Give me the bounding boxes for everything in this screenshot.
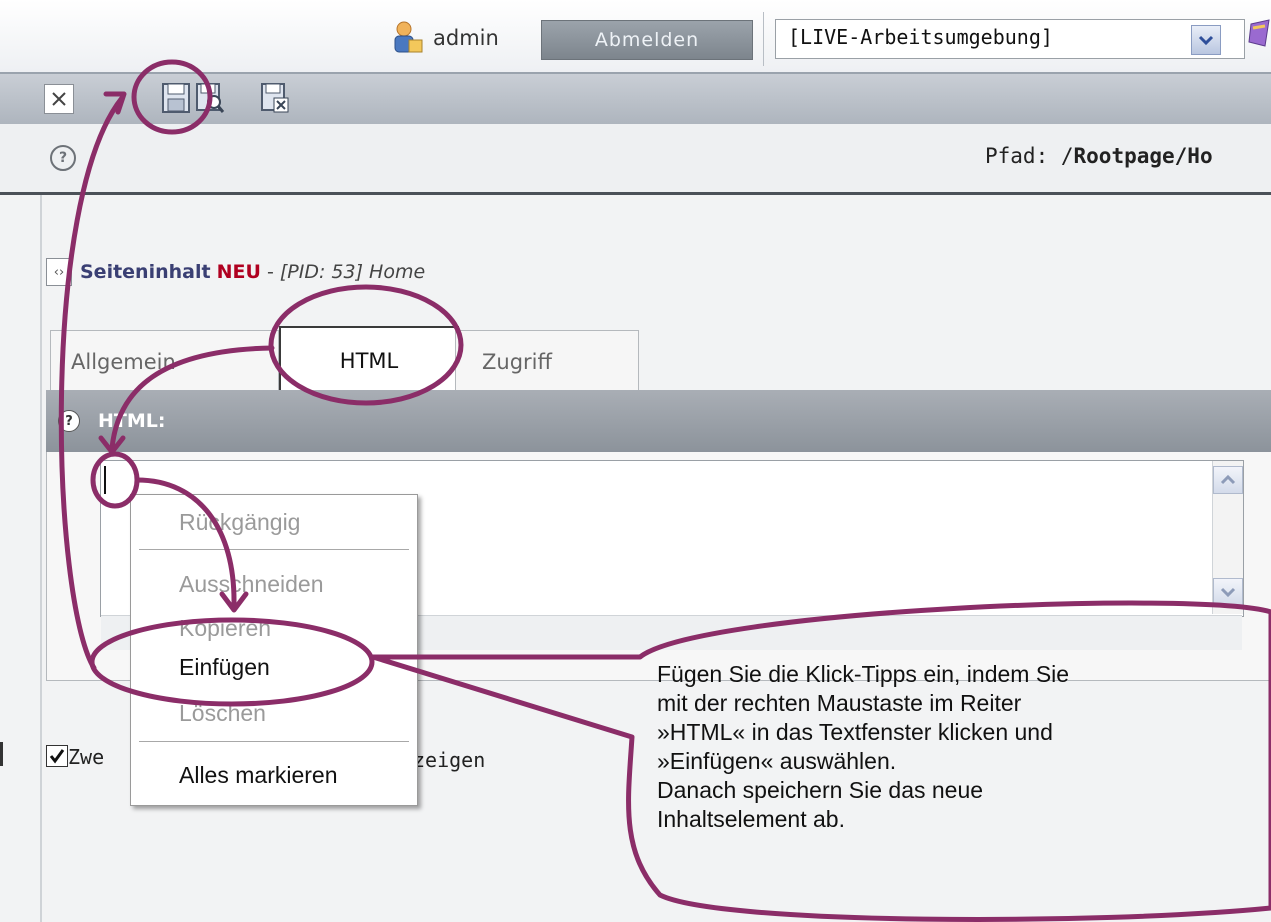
callout-line: Danach speichern Sie das neue [657, 777, 984, 803]
workspace-select-value: [LIVE-Arbeitsumgebung] [788, 25, 1053, 49]
tab-access[interactable]: Zugriff [455, 330, 639, 392]
menu-separator [139, 549, 409, 550]
page-path-value[interactable]: Rootpage/Ho [1074, 144, 1213, 168]
help-icon[interactable]: ? [50, 145, 76, 171]
page-title: Seiteninhalt NEU - [PID: 53] Home [80, 261, 425, 283]
save-icon[interactable] [161, 82, 191, 114]
close-icon[interactable] [44, 84, 74, 114]
callout-line: »Einfügen« auswählen. [657, 748, 897, 774]
rte-checkbox-label-end: zeigen [413, 748, 486, 772]
rte-checkbox-label: Zwe [68, 745, 105, 769]
tab-html[interactable]: HTML [279, 326, 459, 394]
scroll-down-icon[interactable] [1213, 578, 1243, 606]
brand-logo-icon [1247, 18, 1271, 52]
panel-left-border [40, 195, 42, 922]
header-separator [763, 12, 764, 66]
help-icon[interactable]: ? [58, 410, 80, 432]
menu-item-cut: Ausschneiden [179, 571, 324, 597]
content-type-label: Seiteninhalt [80, 261, 211, 283]
section-label: HTML: [98, 410, 166, 432]
tab-general[interactable]: Allgemein [50, 330, 279, 392]
rte-checkbox[interactable] [46, 745, 68, 767]
save-and-view-icon[interactable] [195, 82, 225, 114]
html-content-icon: ‹› [46, 258, 72, 286]
menu-item-delete: Löschen [179, 700, 266, 726]
menu-item-select-all[interactable]: Alles markieren [179, 762, 338, 789]
text-caret [104, 466, 106, 494]
menu-item-copy: Kopieren [179, 615, 272, 641]
title-separator: - [260, 261, 280, 283]
page-path: Pfad: /Rootpage/Ho [985, 144, 1213, 168]
menu-item-paste[interactable]: Einfügen [179, 654, 270, 681]
context-menu: Rückgängig Ausschneiden Kopieren Einfüge… [130, 494, 418, 806]
menu-item-undo: Rückgängig [179, 509, 301, 535]
chevron-down-icon[interactable] [1191, 25, 1221, 55]
callout-line: Fügen Sie die Klick-Tipps ein, indem Sie [657, 661, 1070, 687]
edge-marker [0, 742, 3, 766]
callout-line: Inhaltselement ab. [657, 806, 845, 832]
scroll-up-icon[interactable] [1213, 466, 1243, 494]
user-name: admin [433, 26, 499, 50]
callout-text: Fügen Sie die Klick-Tipps ein, indem Sie… [657, 660, 1257, 834]
workspace-select[interactable]: [LIVE-Arbeitsumgebung] [775, 19, 1245, 59]
callout-line: mit der rechten Maustaste im Reiter [657, 690, 1022, 716]
page-reference: [PID: 53] Home [279, 261, 426, 283]
page-path-label: Pfad: / [985, 144, 1074, 168]
logout-button[interactable]: Abmelden [541, 20, 753, 60]
menu-separator [139, 741, 409, 742]
section-header [46, 390, 1271, 452]
user-icon [392, 20, 424, 54]
new-badge: NEU [216, 261, 261, 283]
callout-line: »HTML« in das Textfenster klicken und [657, 719, 1053, 745]
save-and-close-icon[interactable] [260, 82, 290, 114]
